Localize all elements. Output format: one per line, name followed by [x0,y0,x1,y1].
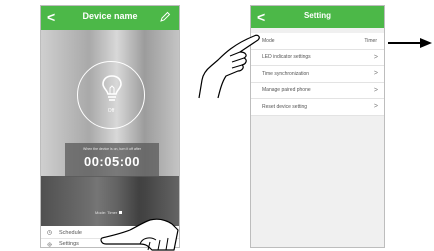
setting-row-reset[interactable]: Reset device setting > [251,99,384,116]
chevron-right-icon: > [373,53,378,61]
timer-value: 00:05:00 [83,154,141,169]
timer-caption: When the device is on, turn it off after [83,147,141,151]
setting-value: Timer [364,37,377,44]
chevron-right-icon: > [373,103,378,111]
setting-row-led-indicator[interactable]: LED indicator settings > [251,50,384,66]
menu-item-label: Schedule [59,229,82,236]
setting-label: Reset device setting [262,103,308,110]
device-header: < Device name [41,6,179,30]
timer-panel[interactable]: When the device is on, turn it off after… [65,143,159,177]
pointing-hand-icon [100,218,179,251]
clock-icon [47,230,52,235]
gear-icon [47,241,52,247]
setting-header: < Setting [251,6,384,28]
chevron-right-icon: > [373,70,378,78]
chevron-right-icon: > [373,86,378,94]
setting-label: Manage paired phone [262,87,311,94]
setting-row-paired-phone[interactable]: Manage paired phone > [251,83,384,99]
setting-row-mode[interactable]: Mode Timer [251,33,384,50]
bulb-state: Off [107,108,115,114]
settings-list: Mode Timer LED indicator settings > Time… [251,33,384,116]
lightbulb-icon [102,75,122,101]
bulb-toggle[interactable]: Off [77,61,145,129]
setting-label: Time synchronization [262,70,310,77]
setting-label: Mode [262,37,275,44]
setting-row-time-sync[interactable]: Time synchronization > [251,66,384,83]
device-screen: < Device name Off When the device is on,… [40,5,180,248]
pointing-hand-icon [198,34,260,99]
pencil-icon[interactable] [159,11,171,23]
setting-label: LED indicator settings [262,54,311,61]
setting-title: Setting [303,11,332,20]
arrow-right-icon [388,38,432,48]
menu-item-label: Settings [59,241,79,247]
setting-screen: < Setting Mode Timer LED indicator setti… [250,5,385,248]
